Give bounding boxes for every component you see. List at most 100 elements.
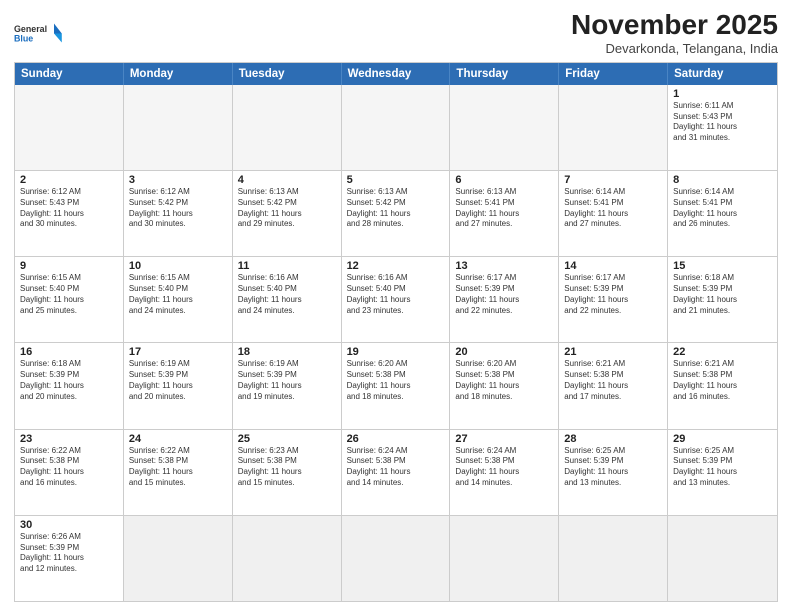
calendar-body: 1Sunrise: 6:11 AMSunset: 5:43 PMDaylight… <box>15 85 777 601</box>
cal-cell-day-14: 14Sunrise: 6:17 AMSunset: 5:39 PMDayligh… <box>559 257 668 342</box>
day-number: 5 <box>347 174 445 186</box>
cal-cell-day-20: 20Sunrise: 6:20 AMSunset: 5:38 PMDayligh… <box>450 343 559 428</box>
cal-header-saturday: Saturday <box>668 63 777 85</box>
day-number: 8 <box>673 174 772 186</box>
page: General Blue November 2025 Devarkonda, T… <box>0 0 792 612</box>
cal-row-0: 1Sunrise: 6:11 AMSunset: 5:43 PMDaylight… <box>15 85 777 170</box>
cal-cell-day-17: 17Sunrise: 6:19 AMSunset: 5:39 PMDayligh… <box>124 343 233 428</box>
day-number: 7 <box>564 174 662 186</box>
day-info: Sunrise: 6:18 AMSunset: 5:39 PMDaylight:… <box>20 359 118 402</box>
day-number: 14 <box>564 260 662 272</box>
day-number: 24 <box>129 433 227 445</box>
day-info: Sunrise: 6:24 AMSunset: 5:38 PMDaylight:… <box>347 446 445 489</box>
cal-cell-empty <box>233 85 342 170</box>
day-number: 19 <box>347 346 445 358</box>
day-number: 30 <box>20 519 118 531</box>
day-info: Sunrise: 6:14 AMSunset: 5:41 PMDaylight:… <box>564 187 662 230</box>
cal-header-thursday: Thursday <box>450 63 559 85</box>
day-info: Sunrise: 6:19 AMSunset: 5:39 PMDaylight:… <box>238 359 336 402</box>
cal-cell-empty <box>15 85 124 170</box>
cal-cell-day-28: 28Sunrise: 6:25 AMSunset: 5:39 PMDayligh… <box>559 430 668 515</box>
day-info: Sunrise: 6:19 AMSunset: 5:39 PMDaylight:… <box>129 359 227 402</box>
day-number: 3 <box>129 174 227 186</box>
cal-cell-day-21: 21Sunrise: 6:21 AMSunset: 5:38 PMDayligh… <box>559 343 668 428</box>
cal-header-tuesday: Tuesday <box>233 63 342 85</box>
day-number: 26 <box>347 433 445 445</box>
cal-cell-day-13: 13Sunrise: 6:17 AMSunset: 5:39 PMDayligh… <box>450 257 559 342</box>
day-info: Sunrise: 6:23 AMSunset: 5:38 PMDaylight:… <box>238 446 336 489</box>
calendar-header: SundayMondayTuesdayWednesdayThursdayFrid… <box>15 63 777 85</box>
cal-row-4: 23Sunrise: 6:22 AMSunset: 5:38 PMDayligh… <box>15 429 777 515</box>
cal-row-3: 16Sunrise: 6:18 AMSunset: 5:39 PMDayligh… <box>15 342 777 428</box>
day-number: 16 <box>20 346 118 358</box>
day-info: Sunrise: 6:15 AMSunset: 5:40 PMDaylight:… <box>20 273 118 316</box>
cal-cell-day-8: 8Sunrise: 6:14 AMSunset: 5:41 PMDaylight… <box>668 171 777 256</box>
cal-header-friday: Friday <box>559 63 668 85</box>
cal-header-sunday: Sunday <box>15 63 124 85</box>
day-info: Sunrise: 6:13 AMSunset: 5:42 PMDaylight:… <box>347 187 445 230</box>
day-number: 12 <box>347 260 445 272</box>
cal-cell-day-6: 6Sunrise: 6:13 AMSunset: 5:41 PMDaylight… <box>450 171 559 256</box>
day-info: Sunrise: 6:13 AMSunset: 5:42 PMDaylight:… <box>238 187 336 230</box>
day-number: 6 <box>455 174 553 186</box>
day-info: Sunrise: 6:20 AMSunset: 5:38 PMDaylight:… <box>347 359 445 402</box>
day-info: Sunrise: 6:24 AMSunset: 5:38 PMDaylight:… <box>455 446 553 489</box>
day-info: Sunrise: 6:25 AMSunset: 5:39 PMDaylight:… <box>673 446 772 489</box>
day-info: Sunrise: 6:25 AMSunset: 5:39 PMDaylight:… <box>564 446 662 489</box>
day-number: 2 <box>20 174 118 186</box>
cal-cell-day-12: 12Sunrise: 6:16 AMSunset: 5:40 PMDayligh… <box>342 257 451 342</box>
cal-cell-empty <box>559 85 668 170</box>
day-number: 22 <box>673 346 772 358</box>
day-info: Sunrise: 6:16 AMSunset: 5:40 PMDaylight:… <box>238 273 336 316</box>
cal-cell-empty <box>233 516 342 601</box>
cal-row-5: 30Sunrise: 6:26 AMSunset: 5:39 PMDayligh… <box>15 515 777 601</box>
svg-text:General: General <box>14 24 47 34</box>
day-number: 28 <box>564 433 662 445</box>
day-number: 25 <box>238 433 336 445</box>
calendar: SundayMondayTuesdayWednesdayThursdayFrid… <box>14 62 778 602</box>
day-info: Sunrise: 6:26 AMSunset: 5:39 PMDaylight:… <box>20 532 118 575</box>
subtitle: Devarkonda, Telangana, India <box>571 41 778 56</box>
day-number: 13 <box>455 260 553 272</box>
day-number: 11 <box>238 260 336 272</box>
day-info: Sunrise: 6:17 AMSunset: 5:39 PMDaylight:… <box>455 273 553 316</box>
logo: General Blue <box>14 14 64 52</box>
day-info: Sunrise: 6:15 AMSunset: 5:40 PMDaylight:… <box>129 273 227 316</box>
day-number: 29 <box>673 433 772 445</box>
day-number: 9 <box>20 260 118 272</box>
cal-header-monday: Monday <box>124 63 233 85</box>
day-info: Sunrise: 6:21 AMSunset: 5:38 PMDaylight:… <box>564 359 662 402</box>
day-number: 4 <box>238 174 336 186</box>
cal-cell-day-10: 10Sunrise: 6:15 AMSunset: 5:40 PMDayligh… <box>124 257 233 342</box>
day-info: Sunrise: 6:18 AMSunset: 5:39 PMDaylight:… <box>673 273 772 316</box>
cal-cell-day-18: 18Sunrise: 6:19 AMSunset: 5:39 PMDayligh… <box>233 343 342 428</box>
cal-cell-empty <box>124 85 233 170</box>
cal-cell-day-15: 15Sunrise: 6:18 AMSunset: 5:39 PMDayligh… <box>668 257 777 342</box>
day-number: 10 <box>129 260 227 272</box>
cal-cell-day-19: 19Sunrise: 6:20 AMSunset: 5:38 PMDayligh… <box>342 343 451 428</box>
cal-cell-day-27: 27Sunrise: 6:24 AMSunset: 5:38 PMDayligh… <box>450 430 559 515</box>
cal-cell-day-2: 2Sunrise: 6:12 AMSunset: 5:43 PMDaylight… <box>15 171 124 256</box>
cal-cell-empty <box>124 516 233 601</box>
cal-row-1: 2Sunrise: 6:12 AMSunset: 5:43 PMDaylight… <box>15 170 777 256</box>
cal-row-2: 9Sunrise: 6:15 AMSunset: 5:40 PMDaylight… <box>15 256 777 342</box>
day-number: 17 <box>129 346 227 358</box>
cal-header-wednesday: Wednesday <box>342 63 451 85</box>
cal-cell-day-1: 1Sunrise: 6:11 AMSunset: 5:43 PMDaylight… <box>668 85 777 170</box>
day-info: Sunrise: 6:11 AMSunset: 5:43 PMDaylight:… <box>673 101 772 144</box>
cal-cell-day-23: 23Sunrise: 6:22 AMSunset: 5:38 PMDayligh… <box>15 430 124 515</box>
cal-cell-day-26: 26Sunrise: 6:24 AMSunset: 5:38 PMDayligh… <box>342 430 451 515</box>
cal-cell-day-11: 11Sunrise: 6:16 AMSunset: 5:40 PMDayligh… <box>233 257 342 342</box>
cal-cell-day-4: 4Sunrise: 6:13 AMSunset: 5:42 PMDaylight… <box>233 171 342 256</box>
cal-cell-empty <box>668 516 777 601</box>
cal-cell-empty <box>450 516 559 601</box>
header: General Blue November 2025 Devarkonda, T… <box>14 10 778 56</box>
day-number: 15 <box>673 260 772 272</box>
day-info: Sunrise: 6:21 AMSunset: 5:38 PMDaylight:… <box>673 359 772 402</box>
day-info: Sunrise: 6:20 AMSunset: 5:38 PMDaylight:… <box>455 359 553 402</box>
day-info: Sunrise: 6:22 AMSunset: 5:38 PMDaylight:… <box>129 446 227 489</box>
day-info: Sunrise: 6:16 AMSunset: 5:40 PMDaylight:… <box>347 273 445 316</box>
cal-cell-day-7: 7Sunrise: 6:14 AMSunset: 5:41 PMDaylight… <box>559 171 668 256</box>
cal-cell-day-16: 16Sunrise: 6:18 AMSunset: 5:39 PMDayligh… <box>15 343 124 428</box>
cal-cell-day-29: 29Sunrise: 6:25 AMSunset: 5:39 PMDayligh… <box>668 430 777 515</box>
